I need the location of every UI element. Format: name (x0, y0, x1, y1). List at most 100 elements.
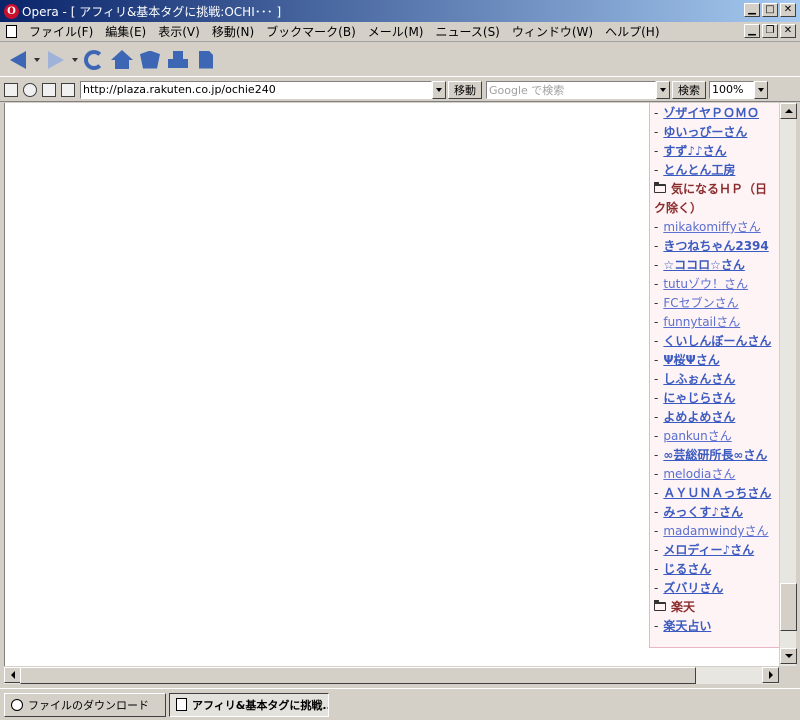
list-item[interactable]: - 楽天占い (654, 616, 779, 635)
favorite-link[interactable]: 楽天占い (663, 617, 711, 634)
hotlist-button[interactable] (138, 47, 162, 73)
forward-button[interactable] (44, 47, 68, 73)
new-page-button[interactable] (194, 47, 218, 73)
menu-item[interactable]: 表示(V) (152, 23, 206, 40)
list-item[interactable]: - くいしんぼーんさん (654, 331, 779, 350)
list-item[interactable]: - とんとん工房 (654, 160, 779, 179)
list-item[interactable]: - メロディー♪さん (654, 540, 779, 559)
menu-item[interactable]: メール(M) (362, 23, 430, 40)
minimize-button[interactable]: ▁ (744, 3, 760, 17)
list-item[interactable]: - みっくす♪さん (654, 502, 779, 521)
list-item[interactable]: - pankunさん (654, 426, 779, 445)
favorite-link[interactable]: ゆいっぴーさん (663, 123, 747, 140)
favorite-link[interactable]: tutuゾウ！さん (663, 275, 748, 292)
list-item[interactable]: - funnytailさん (654, 312, 779, 331)
favorite-link[interactable]: みっくす♪さん (663, 503, 743, 520)
doc-minimize-button[interactable]: ▁ (744, 24, 760, 38)
print-button[interactable] (166, 47, 190, 73)
favorite-link[interactable]: mikakomiffyさん (663, 218, 760, 235)
list-item[interactable]: - madamwindyさん (654, 521, 779, 540)
favorite-link[interactable]: メロディー♪さん (663, 541, 754, 558)
security-lock-icon[interactable] (4, 82, 18, 97)
bullet-dash: - (654, 219, 659, 234)
favorite-link[interactable]: ∞芸総研所長∞さん (663, 446, 767, 463)
doc-restore-button[interactable]: ❐ (762, 24, 778, 38)
reload-button[interactable] (82, 47, 106, 73)
list-item[interactable]: - melodiaさん (654, 464, 779, 483)
favorite-link[interactable]: funnytailさん (663, 313, 740, 330)
back-history-dropdown[interactable] (34, 57, 40, 62)
favorite-link[interactable]: pankunさん (663, 427, 731, 444)
list-item[interactable]: - ☆ココロ☆さん (654, 255, 779, 274)
scroll-right-button[interactable] (762, 667, 779, 683)
favorite-link[interactable]: きつねちゃん2394 (663, 237, 768, 254)
zoom-dropdown[interactable] (754, 80, 768, 99)
search-button[interactable]: 検索 (672, 80, 706, 99)
favorite-link[interactable]: じるさん (663, 560, 711, 577)
page-info-icon[interactable] (42, 82, 56, 97)
favorite-link[interactable]: Ψ桜Ψさん (663, 351, 719, 368)
favorite-link[interactable]: madamwindyさん (663, 522, 768, 539)
scroll-left-button[interactable] (4, 667, 21, 683)
menu-item[interactable]: 移動(N) (206, 23, 260, 40)
menu-item[interactable]: ニュース(S) (429, 23, 505, 40)
favorite-link[interactable]: FCセブンさん (663, 294, 738, 311)
favorite-link[interactable]: ゾザイヤＰＯＭＯ (663, 104, 759, 121)
favorite-link[interactable]: melodiaさん (663, 465, 735, 482)
favorite-link[interactable]: くいしんぼーんさん (663, 332, 771, 349)
zoom-field[interactable]: 100% (709, 80, 754, 99)
go-button[interactable]: 移動 (448, 80, 482, 99)
vertical-scrollbar[interactable] (779, 103, 797, 666)
list-item[interactable]: - にゃじらさん (654, 388, 779, 407)
doc-close-button[interactable]: ✕ (780, 24, 796, 38)
search-engine-dropdown[interactable] (656, 80, 670, 99)
close-button[interactable]: ✕ (780, 3, 796, 17)
back-button[interactable] (6, 47, 30, 73)
horizontal-scrollbar[interactable] (4, 667, 779, 684)
list-item[interactable]: - すず♪♪さん (654, 141, 779, 160)
favorite-link[interactable]: ズバリさん (663, 579, 723, 596)
list-item[interactable]: - ∞芸総研所長∞さん (654, 445, 779, 464)
list-item[interactable]: - ＡＹＵＮＡっちさん (654, 483, 779, 502)
tab-downloads[interactable]: ファイルのダウンロード (4, 692, 166, 717)
maximize-button[interactable]: □ (762, 3, 778, 17)
menu-item[interactable]: ヘルプ(H) (599, 23, 665, 40)
list-item[interactable]: - よめよめさん (654, 407, 779, 426)
list-item[interactable]: - しふぉんさん (654, 369, 779, 388)
favorite-link[interactable]: ☆ココロ☆さん (663, 256, 745, 273)
menu-item[interactable]: ファイル(F) (23, 23, 99, 40)
list-item[interactable]: - じるさん (654, 559, 779, 578)
category-heading: 楽天 (654, 597, 779, 616)
menu-item[interactable]: 編集(E) (99, 23, 152, 40)
favorite-link[interactable]: とんとん工房 (663, 161, 735, 178)
favorite-link[interactable]: しふぉんさん (663, 370, 735, 387)
search-input[interactable]: Google で検索 (486, 80, 656, 99)
tab-current-page[interactable]: アフィリ&基本タグに挑戦... (169, 692, 329, 717)
forward-history-dropdown[interactable] (72, 57, 78, 62)
menu-item[interactable]: ブックマーク(B) (260, 23, 362, 40)
list-item[interactable]: - tutuゾウ！さん (654, 274, 779, 293)
url-input[interactable]: http://plaza.rakuten.co.jp/ochie240 (80, 80, 432, 99)
horizontal-scroll-thumb[interactable] (20, 667, 696, 684)
scroll-down-button[interactable] (780, 648, 797, 664)
favorite-link[interactable]: ＡＹＵＮＡっちさん (663, 484, 771, 501)
list-item[interactable]: - きつねちゃん2394 (654, 236, 779, 255)
favorite-link[interactable]: すず♪♪さん (663, 142, 726, 159)
favorite-link[interactable]: にゃじらさん (663, 389, 735, 406)
list-item[interactable]: - Ψ桜Ψさん (654, 350, 779, 369)
list-item[interactable]: - ズバリさん (654, 578, 779, 597)
bullet-dash: - (654, 523, 659, 538)
url-history-dropdown[interactable] (432, 80, 446, 99)
list-item[interactable]: - ゾザイヤＰＯＭＯ (654, 103, 779, 122)
favorite-link[interactable]: よめよめさん (663, 408, 735, 425)
camera-icon[interactable] (23, 82, 37, 97)
list-item[interactable]: - ゆいっぴーさん (654, 122, 779, 141)
bullet-dash: - (654, 276, 659, 291)
scroll-up-button[interactable] (780, 103, 797, 119)
list-item[interactable]: - mikakomiffyさん (654, 217, 779, 236)
list-item[interactable]: - FCセブンさん (654, 293, 779, 312)
home-button[interactable] (110, 47, 134, 73)
menu-item[interactable]: ウィンドウ(W) (506, 23, 599, 40)
user-icon[interactable] (61, 82, 75, 97)
vertical-scroll-thumb[interactable] (780, 583, 797, 631)
